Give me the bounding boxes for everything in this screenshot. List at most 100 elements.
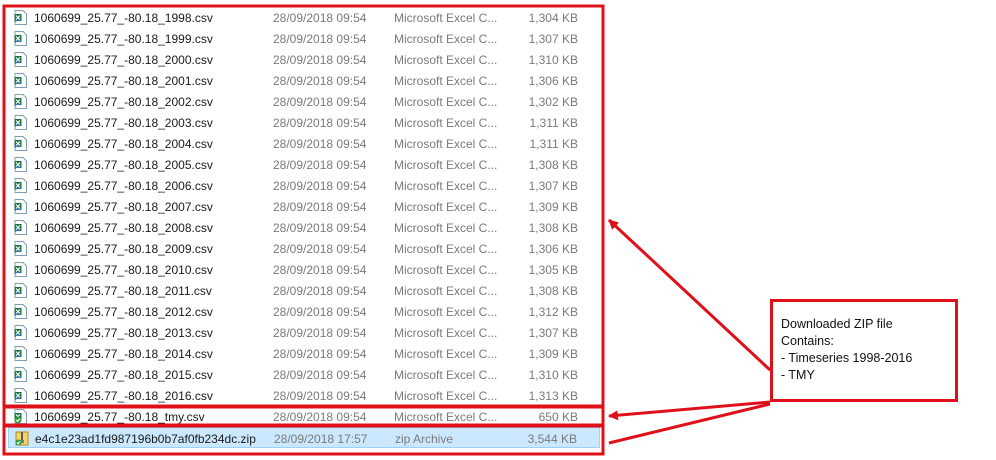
file-date-modified: 28/09/2018 09:54 xyxy=(273,53,367,67)
file-row[interactable]: 1060699_25.77_-80.18_2012.csv 28/09/2018 … xyxy=(8,301,600,322)
file-type: Microsoft Excel C... xyxy=(394,53,498,67)
file-row[interactable]: 1060699_25.77_-80.18_tmy.csv 28/09/2018 0… xyxy=(8,406,600,427)
annotation-callout: Downloaded ZIP file Contains: - Timeseri… xyxy=(770,299,958,402)
file-size: 1,310 KB xyxy=(528,368,578,382)
file-type: Microsoft Excel C... xyxy=(394,74,498,88)
file-date-modified: 28/09/2018 09:54 xyxy=(273,305,367,319)
excel-csv-icon xyxy=(14,304,27,319)
file-size: 3,544 KB xyxy=(527,432,577,446)
file-name: 1060699_25.77_-80.18_2000.csv xyxy=(34,53,213,67)
excel-csv-icon xyxy=(14,136,27,151)
file-type: zip Archive xyxy=(395,432,454,446)
file-row[interactable]: 1060699_25.77_-80.18_2006.csv 28/09/2018 … xyxy=(8,175,600,196)
file-size: 1,307 KB xyxy=(528,179,578,193)
file-name: 1060699_25.77_-80.18_2009.csv xyxy=(34,242,213,256)
file-size: 1,309 KB xyxy=(528,347,578,361)
file-row[interactable]: 1060699_25.77_-80.18_2013.csv 28/09/2018 … xyxy=(8,322,600,343)
file-row[interactable]: 1060699_25.77_-80.18_2004.csv 28/09/2018 … xyxy=(8,133,600,154)
file-name: 1060699_25.77_-80.18_2013.csv xyxy=(34,326,213,340)
file-type: Microsoft Excel C... xyxy=(394,389,498,403)
file-name: 1060699_25.77_-80.18_2007.csv xyxy=(34,200,213,214)
file-type: Microsoft Excel C... xyxy=(394,221,498,235)
file-name: 1060699_25.77_-80.18_2002.csv xyxy=(34,95,213,109)
file-name: 1060699_25.77_-80.18_2014.csv xyxy=(34,347,213,361)
arrow-to-timeseries xyxy=(607,218,772,372)
file-name: e4c1e23ad1fd987196b0b7af0fb234dc.zip xyxy=(35,432,256,446)
file-size: 1,311 KB xyxy=(529,116,578,130)
arrow-to-tmy xyxy=(608,400,771,421)
file-type: Microsoft Excel C... xyxy=(394,263,498,277)
callout-line-3: - Timeseries 1998-2016 xyxy=(781,351,913,365)
file-type: Microsoft Excel C... xyxy=(394,11,498,25)
file-row[interactable]: 1060699_25.77_-80.18_2008.csv 28/09/2018 … xyxy=(8,217,600,238)
file-name: 1060699_25.77_-80.18_2012.csv xyxy=(34,305,213,319)
file-row[interactable]: 1060699_25.77_-80.18_2010.csv 28/09/2018 … xyxy=(8,259,600,280)
file-type: Microsoft Excel C... xyxy=(394,368,498,382)
file-date-modified: 28/09/2018 09:54 xyxy=(273,221,367,235)
file-date-modified: 28/09/2018 09:54 xyxy=(273,116,367,130)
file-row[interactable]: 1060699_25.77_-80.18_2001.csv 28/09/2018 … xyxy=(8,70,600,91)
file-size: 1,307 KB xyxy=(528,326,578,340)
file-date-modified: 28/09/2018 09:54 xyxy=(273,158,367,172)
excel-csv-icon xyxy=(14,199,27,214)
excel-csv-icon xyxy=(14,31,27,46)
file-type: Microsoft Excel C... xyxy=(394,137,498,151)
file-size: 1,308 KB xyxy=(528,221,578,235)
excel-csv-icon xyxy=(14,94,27,109)
file-size: 1,305 KB xyxy=(528,263,578,277)
excel-csv-icon xyxy=(14,283,27,298)
file-date-modified: 28/09/2018 09:54 xyxy=(273,137,367,151)
file-name: 1060699_25.77_-80.18_2015.csv xyxy=(34,368,213,382)
excel-csv-icon xyxy=(14,178,27,193)
file-size: 1,313 KB xyxy=(528,389,578,403)
file-row[interactable]: 1060699_25.77_-80.18_2009.csv 28/09/2018 … xyxy=(8,238,600,259)
file-date-modified: 28/09/2018 09:54 xyxy=(273,32,367,46)
file-name: 1060699_25.77_-80.18_tmy.csv xyxy=(34,410,205,424)
file-name: 1060699_25.77_-80.18_2003.csv xyxy=(34,116,213,130)
file-row[interactable]: 1060699_25.77_-80.18_2011.csv 28/09/2018 … xyxy=(8,280,600,301)
file-row[interactable]: 1060699_25.77_-80.18_1998.csv 28/09/2018 … xyxy=(8,7,600,28)
file-date-modified: 28/09/2018 09:54 xyxy=(273,179,367,193)
file-row[interactable]: e4c1e23ad1fd987196b0b7af0fb234dc.zip 28/0… xyxy=(8,427,600,448)
file-date-modified: 28/09/2018 09:54 xyxy=(273,11,367,25)
excel-csv-icon xyxy=(14,10,27,25)
file-size: 1,302 KB xyxy=(528,95,578,109)
file-name: 1060699_25.77_-80.18_1999.csv xyxy=(34,32,213,46)
file-row[interactable]: 1060699_25.77_-80.18_2003.csv 28/09/2018 … xyxy=(8,112,600,133)
file-row[interactable]: 1060699_25.77_-80.18_2014.csv 28/09/2018 … xyxy=(8,343,600,364)
file-row[interactable]: 1060699_25.77_-80.18_2007.csv 28/09/2018 … xyxy=(8,196,600,217)
excel-csv-synced-icon xyxy=(14,409,27,424)
file-size: 1,309 KB xyxy=(528,200,578,214)
file-row[interactable]: 1060699_25.77_-80.18_2016.csv 28/09/2018 … xyxy=(8,385,600,406)
excel-csv-icon xyxy=(14,157,27,172)
file-name: 1060699_25.77_-80.18_2006.csv xyxy=(34,179,213,193)
file-size: 1,310 KB xyxy=(528,53,578,67)
file-row[interactable]: 1060699_25.77_-80.18_2002.csv 28/09/2018 … xyxy=(8,91,600,112)
file-row[interactable]: 1060699_25.77_-80.18_2015.csv 28/09/2018 … xyxy=(8,364,600,385)
file-name: 1060699_25.77_-80.18_1998.csv xyxy=(34,11,213,25)
file-type: Microsoft Excel C... xyxy=(394,158,498,172)
file-type: Microsoft Excel C... xyxy=(394,116,498,130)
excel-csv-icon xyxy=(14,73,27,88)
file-date-modified: 28/09/2018 09:54 xyxy=(273,95,367,109)
excel-csv-icon xyxy=(14,52,27,67)
excel-csv-icon xyxy=(14,346,27,361)
excel-csv-icon xyxy=(14,325,27,340)
file-row[interactable]: 1060699_25.77_-80.18_2000.csv 28/09/2018 … xyxy=(8,49,600,70)
file-row[interactable]: 1060699_25.77_-80.18_1999.csv 28/09/2018 … xyxy=(8,28,600,49)
excel-csv-icon xyxy=(14,262,27,277)
file-type: Microsoft Excel C... xyxy=(394,326,498,340)
file-date-modified: 28/09/2018 09:54 xyxy=(273,410,367,424)
file-date-modified: 28/09/2018 09:54 xyxy=(273,326,367,340)
excel-csv-icon xyxy=(14,388,27,403)
file-size: 1,308 KB xyxy=(528,158,578,172)
file-size: 1,308 KB xyxy=(528,284,578,298)
excel-csv-icon xyxy=(14,115,27,130)
excel-csv-icon xyxy=(14,367,27,382)
file-date-modified: 28/09/2018 09:54 xyxy=(273,347,367,361)
callout-line-2: Contains: xyxy=(781,334,834,348)
file-row[interactable]: 1060699_25.77_-80.18_2005.csv 28/09/2018 … xyxy=(8,154,600,175)
file-size: 1,312 KB xyxy=(528,305,578,319)
file-type: Microsoft Excel C... xyxy=(394,179,498,193)
file-date-modified: 28/09/2018 17:57 xyxy=(274,432,368,446)
